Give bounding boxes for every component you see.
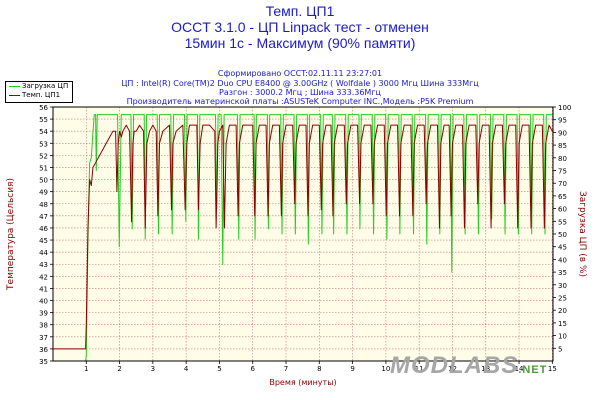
tick-label-x: 6 xyxy=(250,365,255,373)
x-axis-label: Время (минуты) xyxy=(269,378,336,387)
tick-label-right: 65 xyxy=(558,193,567,201)
tick-label-left: 56 xyxy=(39,104,48,112)
tick-label-x: 15 xyxy=(548,365,557,373)
tick-label-right: 10 xyxy=(558,333,567,341)
modlabs-watermark: MODLABS.NET xyxy=(390,352,547,380)
tick-label-right: 35 xyxy=(558,269,567,277)
tick-label-x: 1 xyxy=(84,365,88,373)
tick-label-left: 46 xyxy=(39,225,48,233)
tick-label-right: 85 xyxy=(558,142,567,150)
tick-label-left: 48 xyxy=(39,201,48,209)
tick-label-right: 25 xyxy=(558,295,567,303)
tick-label-right: 55 xyxy=(558,218,567,226)
tick-label-x: 4 xyxy=(184,365,189,373)
tick-label-x: 8 xyxy=(317,365,321,373)
tick-label-x: 9 xyxy=(350,365,354,373)
tick-label-left: 52 xyxy=(39,152,48,160)
tick-label-left: 35 xyxy=(39,358,48,366)
tick-label-right: 20 xyxy=(558,307,567,315)
tick-label-right: 45 xyxy=(558,244,567,252)
tick-label-left: 43 xyxy=(39,261,48,269)
tick-label-left: 47 xyxy=(39,213,48,221)
tick-label-right: 90 xyxy=(558,129,567,137)
tick-label-left: 39 xyxy=(39,310,48,318)
tick-label-right: 50 xyxy=(558,231,567,239)
temperature-load-chart: 3536373839404142434445464748495051525354… xyxy=(6,104,587,387)
tick-label-left: 36 xyxy=(39,346,48,354)
tick-label-right: 100 xyxy=(558,104,571,112)
tick-label-left: 49 xyxy=(39,189,48,197)
tick-label-right: 60 xyxy=(558,206,567,214)
tick-label-x: 7 xyxy=(284,365,288,373)
tick-label-x: 5 xyxy=(217,365,221,373)
tick-label-right: 40 xyxy=(558,256,567,264)
tick-label-right: 75 xyxy=(558,168,567,176)
watermark-suffix: .NET xyxy=(518,364,548,376)
tick-label-right: 15 xyxy=(558,320,567,328)
y-axis-label-left: Температура (Цельсия) xyxy=(6,178,16,291)
tick-label-left: 45 xyxy=(39,237,48,245)
y-axis-label-right: Загрузка ЦП (в %) xyxy=(577,191,587,277)
tick-label-x: 10 xyxy=(381,365,390,373)
tick-label-right: 5 xyxy=(558,345,562,353)
tick-label-x: 2 xyxy=(117,365,121,373)
tick-label-left: 55 xyxy=(39,116,48,124)
tick-label-left: 40 xyxy=(39,298,48,306)
tick-label-left: 42 xyxy=(39,273,48,281)
tick-label-right: 80 xyxy=(558,155,567,163)
tick-label-left: 41 xyxy=(39,285,48,293)
watermark-main: MODLABS xyxy=(390,352,519,379)
tick-label-left: 44 xyxy=(39,249,48,257)
tick-label-left: 51 xyxy=(39,164,48,172)
tick-label-left: 54 xyxy=(39,128,48,136)
tick-label-left: 37 xyxy=(39,334,48,342)
tick-label-right: 30 xyxy=(558,282,567,290)
tick-label-left: 38 xyxy=(39,322,48,330)
tick-label-right: 95 xyxy=(558,117,567,125)
tick-label-left: 50 xyxy=(39,177,48,185)
tick-label-left: 53 xyxy=(39,140,48,148)
tick-label-x: 3 xyxy=(151,365,155,373)
tick-label-right: 70 xyxy=(558,180,567,188)
